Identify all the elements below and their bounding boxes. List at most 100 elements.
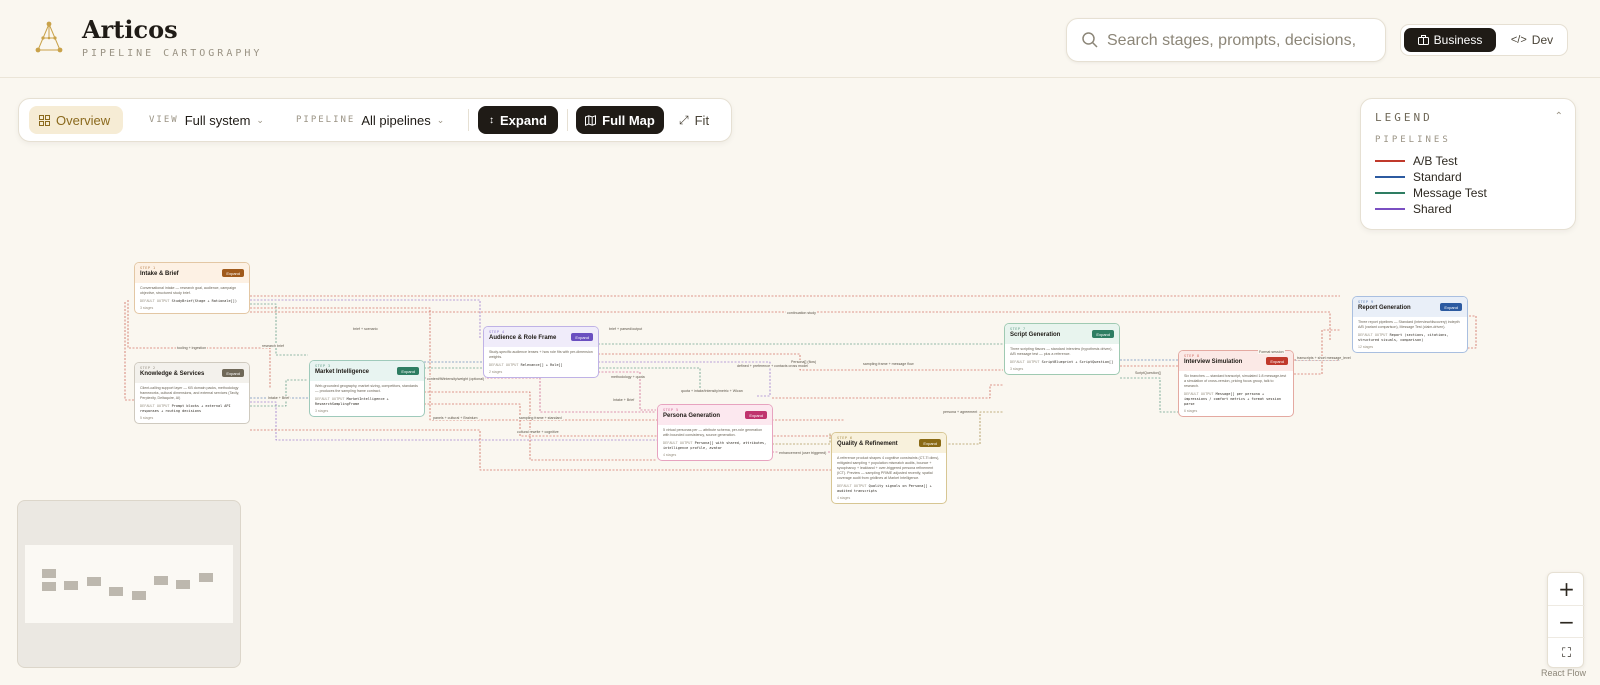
flow-edge <box>424 403 840 437</box>
minimap-node <box>199 573 213 582</box>
stage-node-interview[interactable]: STEP 8 Interview Simulation Expand Six b… <box>1178 350 1294 417</box>
mode-dev-button[interactable]: </> Dev <box>1501 28 1563 52</box>
edge-label: transcripts + short message_level <box>1296 356 1352 360</box>
mode-business-button[interactable]: Business <box>1404 28 1496 52</box>
node-expand-button[interactable]: Expand <box>1266 357 1288 365</box>
search-box[interactable] <box>1066 18 1386 62</box>
legend-panel: LEGEND ⌃ PIPELINES A/B Test Standard Mes… <box>1360 98 1576 230</box>
node-expand-button[interactable]: Expand <box>397 367 419 375</box>
briefcase-icon <box>1417 35 1429 45</box>
legend-item-message-test: Message Test <box>1375 185 1487 201</box>
fit-view-icon[interactable]: ⛶ <box>1548 637 1585 669</box>
stage-node-persona[interactable]: STEP 5 Persona Generation Expand 5 virtu… <box>657 404 773 461</box>
toolbar-divider <box>567 109 568 131</box>
node-expand-button[interactable]: Expand <box>222 369 244 377</box>
map-icon <box>585 114 597 126</box>
node-description: 5 virtual personas per — attribute schem… <box>663 428 763 437</box>
react-flow-attribution[interactable]: React Flow <box>1541 668 1586 678</box>
pipeline-select[interactable]: PIPELINE All pipelines ⌄ <box>296 106 444 134</box>
node-expand-button[interactable]: Expand <box>1440 303 1462 311</box>
node-stage-count: 4 stages <box>663 453 677 457</box>
node-output-value: StudyBrief(Stage + Rationale[]) <box>171 299 237 303</box>
edge-label: quota + intake/intensity/metric + Wlcan <box>680 389 744 393</box>
plus-icon[interactable]: + <box>1548 573 1585 605</box>
minimap-node <box>42 582 56 591</box>
node-description: Six branches — standard transcript, simu… <box>1184 374 1287 388</box>
brand-subtitle: PIPELINE CARTOGRAPHY <box>82 48 263 59</box>
node-header: STEP 1 Intake & Brief Expand <box>135 263 249 283</box>
node-output: DEFAULT OUTPUT StudyBrief(Stage + Ration… <box>135 296 249 304</box>
edge-label: persona + agreement <box>942 410 979 414</box>
node-expand-button[interactable]: Expand <box>222 269 244 277</box>
node-output-label: DEFAULT OUTPUT <box>1358 333 1388 337</box>
node-expand-button[interactable]: Expand <box>571 333 593 341</box>
view-value: Full system <box>184 112 251 128</box>
search-icon <box>1082 32 1098 48</box>
edge-label: enhancement (user triggered) <box>778 451 828 455</box>
node-expand-button[interactable]: Expand <box>1092 330 1114 338</box>
stage-node-intake[interactable]: STEP 1 Intake & Brief Expand Conversatio… <box>134 262 250 314</box>
edge-label: tooling + ingestion <box>176 346 208 350</box>
expand-vertical-icon: ↕ <box>489 114 495 126</box>
node-header: STEP 6 Quality & Refinement Expand <box>832 433 946 453</box>
legend-swatch <box>1375 208 1405 210</box>
node-expand-label: Expand <box>575 334 589 340</box>
node-description: Three scripting flavors — standard inter… <box>1010 347 1113 356</box>
node-expand-button[interactable]: Expand <box>919 439 941 447</box>
node-output: DEFAULT OUTPUT Message[] per persona + i… <box>1179 389 1293 407</box>
minimap-viewport[interactable] <box>25 545 233 623</box>
grid-icon <box>39 114 50 126</box>
node-output-label: DEFAULT OUTPUT <box>837 484 867 488</box>
app-header: Articos PIPELINE CARTOGRAPHY Business </… <box>0 0 1600 78</box>
view-select[interactable]: VIEW Full system ⌄ <box>149 106 264 134</box>
stage-node-quality[interactable]: STEP 6 Quality & Refinement Expand A ref… <box>831 432 947 504</box>
stage-node-script[interactable]: STEP 7 Script Generation Expand Three sc… <box>1004 323 1120 375</box>
expand-button[interactable]: ↕ Expand <box>478 106 558 134</box>
node-header: STEP 3 Market Intelligence Expand <box>310 361 424 381</box>
legend-label: Message Test <box>1413 186 1487 200</box>
full-map-button[interactable]: Full Map <box>576 106 664 134</box>
node-header: STEP 4 Audience & Role Frame Expand <box>484 327 598 347</box>
node-stage-count: 12 stages <box>1358 345 1374 349</box>
edge-label: methodology + quota <box>610 375 646 379</box>
fit-button[interactable]: ⤢ Fit <box>679 106 709 134</box>
edge-label: brief + scenario <box>352 327 379 331</box>
minimap-node <box>109 587 123 596</box>
edge-label: sampling frame + standard <box>518 416 563 420</box>
stage-node-report[interactable]: STEP 9 Report Generation Expand Three re… <box>1352 296 1468 353</box>
node-output: DEFAULT OUTPUT Relevance[] + Role[] <box>484 360 598 368</box>
node-output: DEFAULT OUTPUT MarketIntelligence + Rese… <box>310 394 424 407</box>
legend-item-shared: Shared <box>1375 201 1452 217</box>
node-stage-count: 2 stages <box>489 370 503 374</box>
node-description: A reference product shapes 4 cognitive c… <box>837 456 940 480</box>
flow-edge <box>424 391 656 461</box>
legend-label: A/B Test <box>1413 154 1458 168</box>
overview-button[interactable]: Overview <box>29 106 123 134</box>
view-label: VIEW <box>149 115 179 125</box>
overview-label: Overview <box>56 112 111 128</box>
chevron-up-icon[interactable]: ⌃ <box>1555 111 1563 122</box>
edge-label: continuation study <box>786 311 817 315</box>
minimap-node <box>87 577 101 586</box>
chevron-down-icon: ⌄ <box>256 114 264 125</box>
node-expand-button[interactable]: Expand <box>745 411 767 419</box>
pipeline-value: All pipelines <box>361 112 431 128</box>
constellation-logo[interactable] <box>30 20 68 58</box>
node-output-label: DEFAULT OUTPUT <box>140 299 170 303</box>
node-stage-count: 3 stages <box>140 306 154 310</box>
minimap-node <box>132 591 146 600</box>
minimap-node <box>154 576 168 585</box>
node-output-label: DEFAULT OUTPUT <box>140 404 170 408</box>
mode-business-label: Business <box>1433 33 1483 47</box>
node-header: STEP 7 Script Generation Expand <box>1005 324 1119 344</box>
node-output-label: DEFAULT OUTPUT <box>489 363 519 367</box>
minus-icon[interactable]: − <box>1548 605 1585 637</box>
stage-node-audience[interactable]: STEP 4 Audience & Role Frame Expand Stud… <box>483 326 599 378</box>
node-stage-count: 6 stages <box>1184 409 1198 413</box>
flow-edge <box>424 377 656 413</box>
stage-node-market[interactable]: STEP 3 Market Intelligence Expand Web-gr… <box>309 360 425 417</box>
minimap[interactable] <box>17 500 241 668</box>
search-input[interactable] <box>1107 29 1377 53</box>
flow-edge <box>772 432 831 445</box>
stage-node-knowledge[interactable]: STEP 2 Knowledge & Services Expand Clien… <box>134 362 250 424</box>
